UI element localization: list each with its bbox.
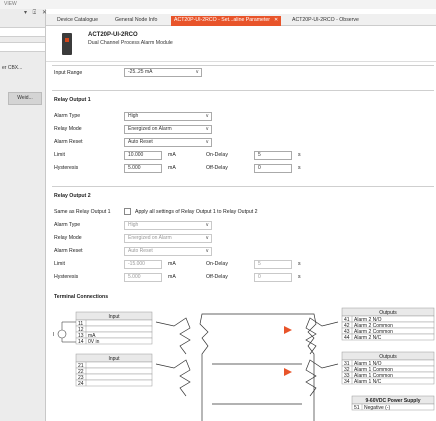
hysteresis-unit: mA <box>168 165 176 171</box>
input-top-text: 0V in <box>88 339 100 345</box>
off-delay-unit: s <box>298 165 301 171</box>
relay2-alarm-type-select[interactable]: High <box>124 221 212 230</box>
tab-parameter[interactable]: ACT20P-UI-2RCO - Set...aline Parameter ✕ <box>171 16 282 26</box>
input-range-label: Input Range <box>54 70 83 76</box>
input-top-num: 14 <box>78 339 84 345</box>
module-outline <box>155 313 339 421</box>
relay-output-1-section: Relay Output 1 Alarm Type High Relay Mod… <box>52 90 434 182</box>
input-top-table: Input 11 12 13 mA 14 0V in <box>75 311 153 345</box>
input-bottom-num: 24 <box>78 381 84 387</box>
relay1-off-delay-input[interactable]: 0 <box>254 164 292 173</box>
tab-general-node-info[interactable]: General Node Info <box>112 16 160 26</box>
source-symbol-label: I <box>53 332 54 338</box>
relay-mode-label: Relay Mode <box>54 126 82 132</box>
relay2-off-delay-input[interactable]: 0 <box>254 273 292 282</box>
tab-observe[interactable]: ACT20P-UI-2RCO - Observe <box>289 16 362 26</box>
relay2-alarm-reset-select[interactable]: Auto Reset <box>124 247 212 256</box>
menu-bar: VIEW <box>0 0 436 9</box>
relay-output-2-title: Relay Output 2 <box>54 193 91 199</box>
relay1-relay-mode-select[interactable]: Energized on Alarm <box>124 125 212 134</box>
hysteresis-unit: mA <box>168 274 176 280</box>
relay1-alarm-type-select[interactable]: High <box>124 112 212 121</box>
relay-output-1-title: Relay Output 1 <box>54 97 91 103</box>
alarm-reset-label: Alarm Reset <box>54 248 83 254</box>
terminal-connections-title: Terminal Connections <box>54 294 109 300</box>
apply-all-checkbox[interactable] <box>124 208 131 215</box>
on-delay-unit: s <box>298 152 301 158</box>
limit-unit: mA <box>168 261 176 267</box>
input-range-select[interactable]: -25..25 mA <box>124 68 202 77</box>
outputs-top-num: 44 <box>344 335 350 341</box>
input-top-header: Input <box>108 314 120 320</box>
relay1-hysteresis-input[interactable]: 5.000 <box>124 164 162 173</box>
input-range-section: Input Range -25..25 mA <box>52 65 434 79</box>
off-delay-unit: s <box>298 274 301 280</box>
alarm-reset-label: Alarm Reset <box>54 139 83 145</box>
on-delay-unit: s <box>298 261 301 267</box>
relay-output-2-section: Relay Output 2 Same as Relay Output 1 Ap… <box>52 186 434 286</box>
outputs-top-header: Outputs <box>379 310 397 316</box>
limit-unit: mA <box>168 152 176 158</box>
on-delay-label: On-Delay <box>206 261 228 267</box>
relay-mode-label: Relay Mode <box>54 235 82 241</box>
power-supply-text: Negative (-) <box>364 405 390 411</box>
left-pane-field[interactable] <box>0 42 45 52</box>
relay2-hysteresis-input[interactable]: 5.000 <box>124 273 162 282</box>
outputs-bottom-table: Outputs 31 Alarm 1 N/O 32 Alarm 1 Common… <box>341 351 435 385</box>
alarm-type-label: Alarm Type <box>54 113 81 119</box>
parameter-panel: Input Range -25..25 mA Relay Output 1 Al… <box>46 62 436 421</box>
relay1-limit-input[interactable]: 10.000 <box>124 151 162 160</box>
current-source-symbol <box>57 321 76 343</box>
relay2-on-delay-input[interactable]: 5 <box>254 260 292 269</box>
same-as-label: Same as Relay Output 1 <box>54 209 111 215</box>
tab-bar: Device Catalogue General Node Info ACT20… <box>46 14 436 26</box>
outputs-top-text: Alarm 2 N/C <box>354 335 382 341</box>
limit-label: Limit <box>54 261 65 267</box>
hysteresis-label: Hysteresis <box>54 165 79 171</box>
power-supply-num: 51 <box>354 405 360 411</box>
relay2-limit-input[interactable]: -15.000 <box>124 260 162 269</box>
close-icon[interactable]: ✕ <box>274 17 278 23</box>
device-name: ACT20P-UI-2RCO <box>88 32 138 38</box>
power-supply-header: 9-60VDC Power Supply <box>365 398 420 404</box>
off-delay-label: Off-Delay <box>206 165 228 171</box>
left-pane-label[interactable]: er CBX... <box>2 65 22 71</box>
outputs-bottom-header: Outputs <box>379 354 397 360</box>
hysteresis-label: Hysteresis <box>54 274 79 280</box>
apply-all-label[interactable]: Apply all settings of Relay Output 1 to … <box>135 209 258 215</box>
left-pane-button[interactable]: Weid... <box>8 92 42 105</box>
tab-parameter-label: ACT20P-UI-2RCO - Set...aline Parameter <box>174 17 270 23</box>
input-bottom-table: Input 21 22 23 24 <box>75 353 153 387</box>
device-icon <box>62 33 72 55</box>
relay1-on-delay-input[interactable]: 5 <box>254 151 292 160</box>
power-supply-table: 9-60VDC Power Supply 51 Negative (-) <box>351 395 435 411</box>
outputs-bottom-num: 34 <box>344 379 350 385</box>
outputs-top-table: Outputs 41 Alarm 2 N/O 42 Alarm 2 Common… <box>341 307 435 341</box>
module-arrows <box>284 326 292 376</box>
device-header: ACT20P-UI-2RCO Dual Channel Process Alar… <box>46 26 436 62</box>
limit-label: Limit <box>54 152 65 158</box>
off-delay-label: Off-Delay <box>206 274 228 280</box>
input-bottom-header: Input <box>108 356 120 362</box>
tab-device-catalogue[interactable]: Device Catalogue <box>54 16 101 26</box>
alarm-type-label: Alarm Type <box>54 222 81 228</box>
view-menu[interactable]: VIEW <box>4 1 17 7</box>
relay2-relay-mode-select[interactable]: Energized on Alarm <box>124 234 212 243</box>
relay1-alarm-reset-select[interactable]: Auto Reset <box>124 138 212 147</box>
left-pane-field[interactable] <box>0 27 45 37</box>
outputs-bottom-text: Alarm 1 N/C <box>354 379 382 385</box>
terminal-diagram: Input 11 12 13 mA 14 0V in I Input 21 22… <box>53 307 435 421</box>
device-description: Dual Channel Process Alarm Module <box>88 40 173 46</box>
on-delay-label: On-Delay <box>206 152 228 158</box>
